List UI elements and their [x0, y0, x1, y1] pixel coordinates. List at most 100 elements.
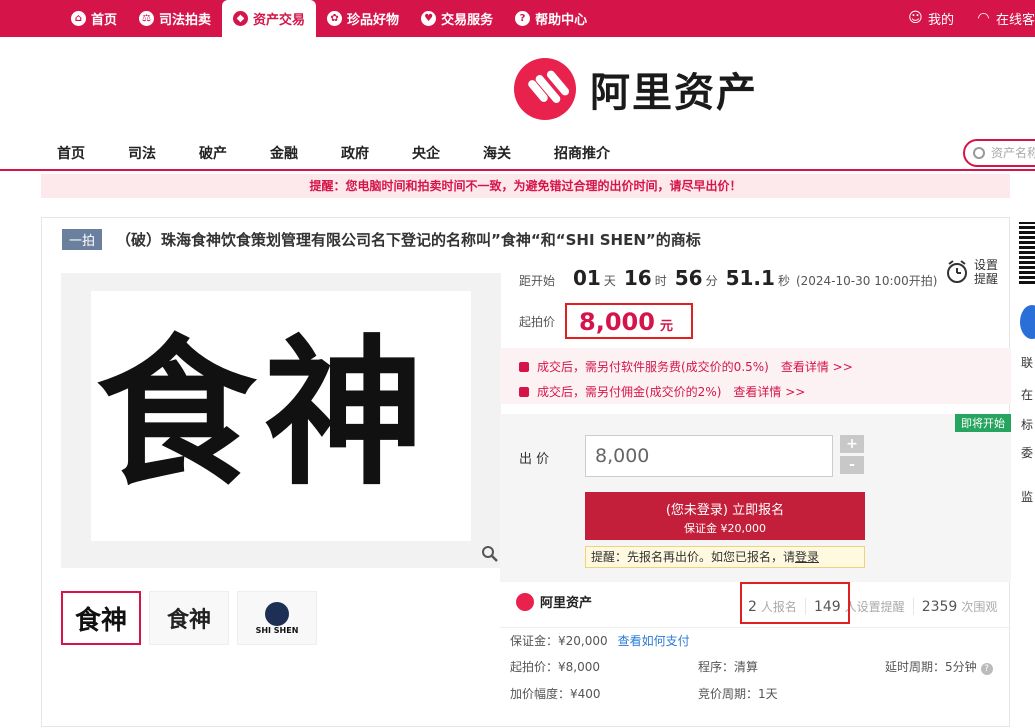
thumbnail-text: 食神: [74, 605, 127, 636]
organizer-logo[interactable]: 阿里资产: [510, 592, 592, 611]
trademark-image-text: 食神: [96, 319, 433, 507]
search-input[interactable]: 资产名称: [963, 139, 1035, 167]
stat-views: 2359 次围观: [912, 597, 1006, 615]
bid-area: 即将开始 出 价 8,000 + - (您未登录) 立即报名 保证金 ¥20,0…: [500, 414, 1011, 582]
help-icon: ?: [515, 11, 531, 26]
category-nav: 首页 司法 破产 金融 政府 央企 海关 招商推介 资产名称: [0, 131, 1035, 171]
sidebar-text: 监: [1021, 490, 1034, 504]
countdown: 距开始 01 天 16 时 56 分 51.1 秒 (2024-10-30 10…: [519, 266, 938, 290]
top-nav-mine[interactable]: ☺ 我的: [897, 0, 965, 37]
ali-asset-logo-icon: [516, 592, 534, 611]
detail-procedure: 程序：清算: [698, 660, 759, 674]
home-icon: ⌂: [71, 11, 86, 26]
cat-home[interactable]: 首页: [57, 143, 85, 163]
thumbnail[interactable]: 食神: [61, 591, 141, 645]
top-nav-service[interactable]: ♥ 交易服务: [410, 0, 504, 37]
countdown-hours: 16: [623, 266, 652, 290]
countdown-label: 距开始: [519, 274, 556, 288]
top-nav-label: 司法拍卖: [159, 13, 212, 28]
thumbnail[interactable]: 食神: [149, 591, 229, 645]
cat-judicial[interactable]: 司法: [128, 143, 156, 163]
service-avatar[interactable]: [1020, 305, 1035, 339]
cat-investment[interactable]: 招商推介: [554, 143, 610, 163]
fee-bag-icon: [519, 386, 529, 397]
cat-government[interactable]: 政府: [341, 143, 369, 163]
fee-detail-link[interactable]: 查看详情 >>: [781, 358, 853, 375]
top-bar: ⌂ 首页 ⚖ 司法拍卖 ◆ 资产交易 ✿ 珍品好物 ♥ 交易服务 ? 帮助中心 …: [0, 0, 1035, 37]
top-right: ☺ 我的 ◠ 在线客: [897, 0, 1035, 37]
cat-finance[interactable]: 金融: [270, 143, 298, 163]
start-price-box: 8,000 元: [565, 303, 694, 339]
detail-start-price: 起拍价：¥8,000: [510, 660, 600, 674]
logo-text: 阿里资产: [590, 70, 758, 116]
fee-line: 成交后，需另付佣金(成交价的2%) 查看详情 >>: [519, 383, 1011, 400]
set-reminder-button[interactable]: 设置提醒: [946, 258, 1002, 286]
highlight-box: [740, 582, 850, 624]
detail-deposit: 保证金：¥20,000 查看如何支付: [510, 634, 690, 648]
top-nav-home[interactable]: ⌂ 首页: [60, 0, 128, 37]
court-icon: ⚖: [139, 11, 155, 26]
countdown-days: 01: [573, 266, 601, 290]
organizer-row: 阿里资产 2 人报名 149 人设置提醒 2359 次围观: [500, 582, 1011, 628]
fee-line: 成交后，需另付软件服务费(成交价的0.5%) 查看详情 >>: [519, 358, 1011, 375]
detail-delay: 延时周期：5分钟?: [885, 658, 993, 675]
login-link[interactable]: 登录: [795, 550, 819, 564]
top-nav-help[interactable]: ? 帮助中心: [504, 0, 598, 37]
cat-bankruptcy[interactable]: 破产: [199, 143, 227, 163]
zoom-icon[interactable]: [481, 545, 499, 563]
top-nav-gems[interactable]: ✿ 珍品好物: [316, 0, 410, 37]
thumbnail[interactable]: SHI SHEN: [237, 591, 317, 645]
fee-detail-link[interactable]: 查看详情 >>: [733, 383, 805, 400]
search-placeholder: 资产名称: [991, 146, 1035, 160]
lot-title-row: 一拍 （破）珠海食神饮食策划管理有限公司名下登记的名称叫”食神“和“SHI SH…: [62, 229, 701, 250]
site-logo[interactable]: 阿里资产: [514, 58, 758, 120]
auction-start-time: (2024-10-30 10:00开拍): [795, 274, 938, 288]
status-badge: 即将开始: [955, 414, 1011, 432]
organizer-name: 阿里资产: [540, 596, 593, 611]
detail-bid-cycle: 竞价周期：1天: [698, 687, 778, 701]
start-price-row: 起拍价 8,000 元: [519, 303, 694, 339]
logo-icon: [514, 58, 576, 120]
top-nav-judicial[interactable]: ⚖ 司法拍卖: [128, 0, 222, 37]
register-button[interactable]: (您未登录) 立即报名 保证金 ¥20,000: [585, 492, 865, 540]
countdown-minutes: 56: [674, 266, 703, 290]
decrease-bid-button[interactable]: -: [840, 456, 864, 474]
gem-icon: ✿: [327, 11, 343, 26]
thumbnail-text: SHI SHEN: [255, 625, 299, 635]
payment-help-link[interactable]: 查看如何支付: [618, 634, 690, 648]
search-icon: [973, 147, 985, 159]
top-nav-label: 在线客: [995, 13, 1035, 28]
headset-icon: ◠: [978, 10, 989, 26]
auction-round-tag: 一拍: [62, 229, 103, 250]
top-nav-label: 帮助中心: [535, 13, 588, 28]
help-icon[interactable]: ?: [980, 663, 993, 675]
thumbnail-strip: 食神 食神 SHI SHEN: [61, 591, 325, 645]
register-deposit: 保证金 ¥20,000: [684, 522, 766, 535]
lot-title: （破）珠海食神饮食策划管理有限公司名下登记的名称叫”食神“和“SHI SHEN”…: [116, 231, 701, 249]
asset-icon: ◆: [233, 11, 249, 26]
heart-icon: ♥: [421, 11, 437, 26]
start-price-value: 8,000: [579, 308, 655, 336]
cat-customs[interactable]: 海关: [483, 143, 511, 163]
start-price-label: 起拍价: [519, 314, 556, 329]
start-price-unit: 元: [659, 319, 673, 334]
increase-bid-button[interactable]: +: [840, 435, 864, 453]
countdown-seconds: 51.1: [725, 266, 775, 290]
fee-notices: 成交后，需另付软件服务费(成交价的0.5%) 查看详情 >> 成交后，需另付佣金…: [500, 348, 1011, 404]
top-nav-label: 珍品好物: [347, 13, 400, 28]
thumbnail-text: 食神: [166, 607, 211, 633]
top-nav-support[interactable]: ◠ 在线客: [965, 0, 1035, 37]
fee-bag-icon: [519, 361, 529, 372]
top-nav-label: 交易服务: [441, 13, 494, 28]
cat-soe[interactable]: 央企: [412, 143, 440, 163]
top-nav-label: 首页: [91, 13, 118, 28]
sidebar-text: 联: [1021, 356, 1034, 370]
bid-amount-input[interactable]: 8,000: [585, 435, 833, 477]
bid-stepper: + -: [840, 435, 864, 477]
top-nav-asset[interactable]: ◆ 资产交易: [222, 0, 317, 37]
register-button-label: (您未登录) 立即报名: [665, 503, 785, 518]
qr-code-icon[interactable]: [1019, 222, 1035, 284]
user-icon: ☺: [908, 10, 923, 26]
main-image[interactable]: ◎ ◎ ◎ 食神: [61, 273, 501, 568]
top-nav-label: 资产交易: [253, 13, 306, 28]
